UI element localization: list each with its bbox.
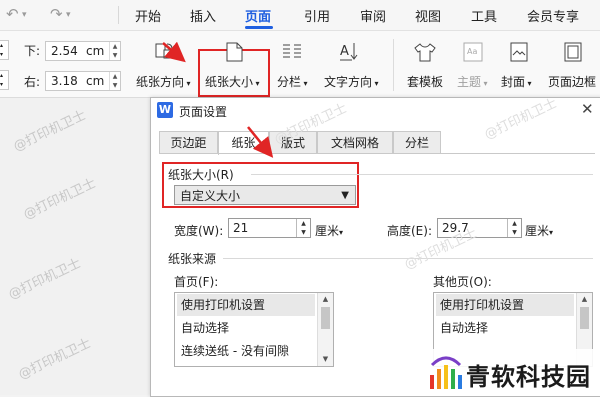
brand-name: 青软科技园 [466, 363, 591, 391]
arrow-to-paper-size-button [162, 41, 186, 63]
brand-logo: 青软科技园 [426, 349, 600, 395]
annotation-arrows [162, 41, 274, 158]
arrow-to-paper-size-section [247, 126, 274, 158]
brand-mark-icon [430, 356, 462, 389]
